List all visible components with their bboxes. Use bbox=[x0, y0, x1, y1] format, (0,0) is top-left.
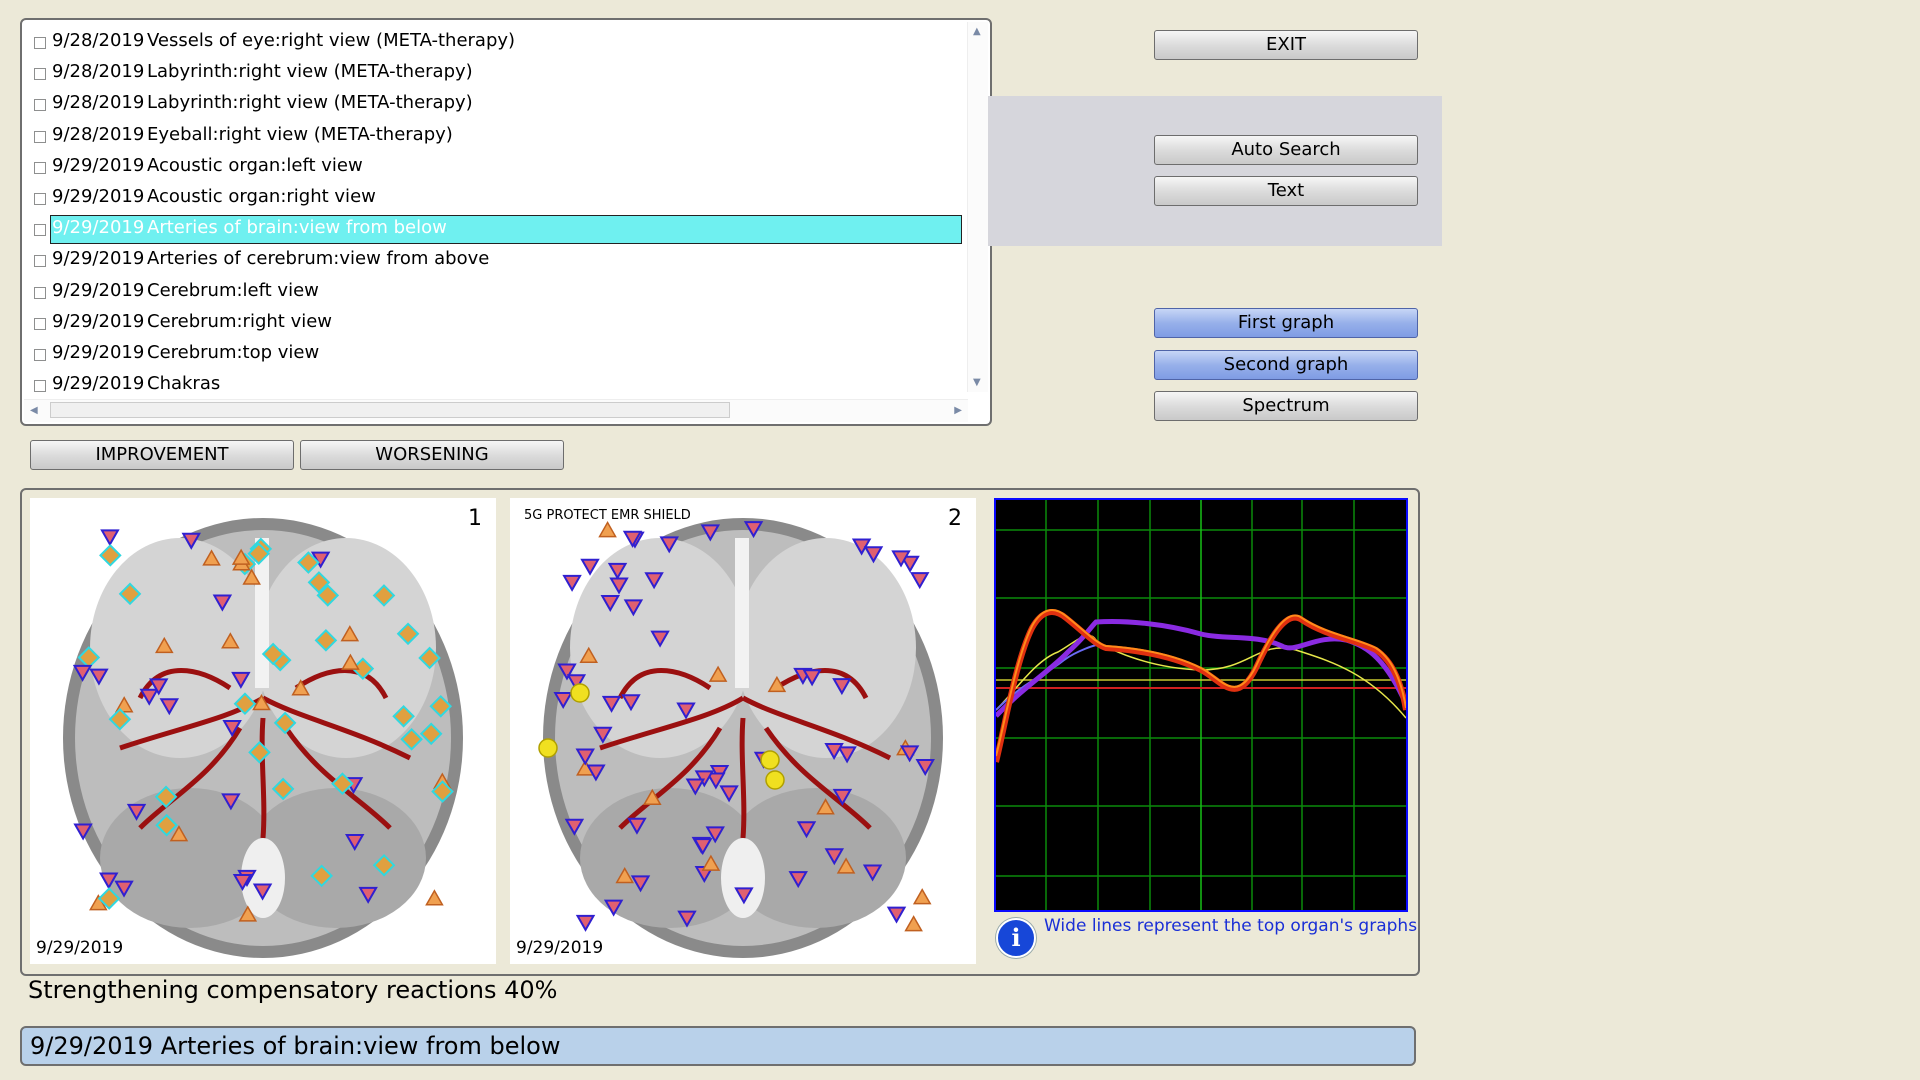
second-graph-button[interactable]: Second graph bbox=[1154, 350, 1418, 380]
spectrum-button[interactable]: Spectrum bbox=[1154, 391, 1418, 421]
session-title: Cerebrum:right view bbox=[147, 310, 333, 332]
session-date: 9/28/2019 bbox=[52, 30, 145, 51]
session-title: Acoustic organ:right view bbox=[147, 185, 376, 207]
image-caption: 5G PROTECT EMR SHIELD bbox=[524, 508, 691, 523]
session-date: 9/28/2019 bbox=[52, 92, 145, 114]
list-item[interactable]: 9/29/2019 Acoustic organ:right view bbox=[28, 181, 978, 212]
vertical-scrollbar[interactable]: ▲ ▼ bbox=[967, 22, 988, 392]
session-title: Arteries of brain:view from below bbox=[147, 217, 447, 239]
row-checkbox[interactable] bbox=[34, 224, 46, 237]
spectrum-graph bbox=[993, 498, 1409, 912]
session-title: Acoustic organ:left view bbox=[147, 154, 363, 176]
scroll-right-icon[interactable]: ▶ bbox=[954, 405, 962, 416]
list-item[interactable]: 9/28/2019 Vessels of eye:right view (META… bbox=[28, 25, 978, 56]
image-date: 9/29/2019 bbox=[36, 938, 124, 958]
info-text: Wide lines represent the top organ's gra… bbox=[1044, 916, 1418, 936]
session-date: 9/29/2019 bbox=[52, 248, 145, 270]
row-checkbox[interactable] bbox=[34, 348, 46, 361]
session-date: 9/28/2019 bbox=[52, 61, 145, 83]
first-graph-button[interactable]: First graph bbox=[1154, 308, 1418, 338]
horizontal-scrollbar[interactable]: ◀ ▶ bbox=[24, 399, 968, 422]
brain-image-1[interactable]: 1 9/29/2019 bbox=[30, 498, 496, 964]
session-rows: 9/28/2019 Vessels of eye:right view (META… bbox=[28, 25, 978, 399]
row-checkbox[interactable] bbox=[34, 255, 46, 268]
list-item[interactable]: 9/29/2019 Cerebrum:right view bbox=[28, 306, 978, 337]
row-checkbox[interactable] bbox=[34, 68, 46, 81]
session-date: 9/29/2019 bbox=[52, 279, 145, 301]
row-checkbox[interactable] bbox=[34, 192, 46, 205]
list-item[interactable]: 9/29/2019 Arteries of brain:view from bel… bbox=[28, 212, 978, 245]
info-icon: i bbox=[996, 918, 1036, 958]
row-checkbox[interactable] bbox=[34, 286, 46, 299]
session-date: 9/28/2019 bbox=[52, 123, 145, 145]
session-date: 9/29/2019 bbox=[52, 154, 145, 176]
auto-search-button[interactable]: Auto Search bbox=[1154, 135, 1418, 165]
list-item[interactable]: 9/28/2019 Labyrinth:right view (META-ther… bbox=[28, 87, 978, 118]
status-text: Strengthening compensatory reactions 40% bbox=[28, 976, 558, 1004]
brain-illustration bbox=[538, 518, 943, 958]
row-checkbox[interactable] bbox=[34, 130, 46, 143]
brain-illustration bbox=[63, 518, 463, 958]
session-date: 9/29/2019 bbox=[52, 217, 145, 239]
session-title: Cerebrum:left view bbox=[147, 279, 319, 301]
list-item[interactable]: 9/28/2019 Labyrinth:right view (META-ther… bbox=[28, 56, 978, 87]
comparison-panel: 1 9/29/2019 5G PROTECT EMR SHIELD 2 9/29… bbox=[20, 488, 1420, 976]
session-title: Labyrinth:right view (META-therapy) bbox=[147, 92, 473, 114]
session-date: 9/29/2019 bbox=[52, 185, 145, 207]
list-item[interactable]: 9/29/2019 Acoustic organ:left view bbox=[28, 150, 978, 181]
session-title: Eyeball:right view (META-therapy) bbox=[147, 123, 453, 145]
session-list[interactable]: 9/28/2019 Vessels of eye:right view (META… bbox=[20, 18, 992, 426]
session-title: Vessels of eye:right view (META-therapy) bbox=[147, 30, 516, 51]
list-item[interactable]: 9/29/2019 Cerebrum:top view bbox=[28, 337, 978, 368]
row-checkbox[interactable] bbox=[34, 37, 46, 49]
list-item[interactable]: 9/28/2019 Eyeball:right view (META-therap… bbox=[28, 119, 978, 150]
session-title: Labyrinth:right view (META-therapy) bbox=[147, 61, 473, 83]
scroll-left-icon[interactable]: ◀ bbox=[30, 405, 38, 416]
session-title: Arteries of cerebrum:view from above bbox=[147, 248, 490, 270]
graph-grid bbox=[996, 500, 1406, 910]
scroll-thumb[interactable] bbox=[50, 402, 730, 418]
list-item[interactable]: 9/29/2019 Chakras bbox=[28, 368, 978, 399]
session-date: 9/29/2019 bbox=[52, 310, 145, 332]
session-date: 9/29/2019 bbox=[52, 373, 145, 395]
image-number: 2 bbox=[948, 506, 962, 531]
row-checkbox[interactable] bbox=[34, 161, 46, 174]
selected-session-title: 9/29/2019 Arteries of brain:view from be… bbox=[20, 1026, 1416, 1066]
brain-image-2[interactable]: 5G PROTECT EMR SHIELD 2 9/29/2019 bbox=[510, 498, 976, 964]
graph-canvas bbox=[993, 500, 1409, 910]
scroll-down-icon[interactable]: ▼ bbox=[973, 377, 981, 388]
search-panel bbox=[988, 96, 1442, 246]
exit-button[interactable]: EXIT bbox=[1154, 30, 1418, 60]
worsening-button[interactable]: WORSENING bbox=[300, 440, 564, 470]
text-button[interactable]: Text bbox=[1154, 176, 1418, 206]
list-item[interactable]: 9/29/2019 Arteries of cerebrum:view from … bbox=[28, 243, 978, 274]
row-checkbox[interactable] bbox=[34, 380, 46, 393]
image-date: 9/29/2019 bbox=[516, 938, 604, 958]
scroll-up-icon[interactable]: ▲ bbox=[973, 26, 981, 37]
session-title: Cerebrum:top view bbox=[147, 341, 320, 363]
row-checkbox[interactable] bbox=[34, 317, 46, 330]
row-checkbox[interactable] bbox=[34, 99, 46, 112]
list-item[interactable]: 9/29/2019 Cerebrum:left view bbox=[28, 275, 978, 306]
session-title: Chakras bbox=[147, 373, 221, 395]
session-date: 9/29/2019 bbox=[52, 341, 145, 363]
image-number: 1 bbox=[468, 506, 482, 531]
improvement-button[interactable]: IMPROVEMENT bbox=[30, 440, 294, 470]
